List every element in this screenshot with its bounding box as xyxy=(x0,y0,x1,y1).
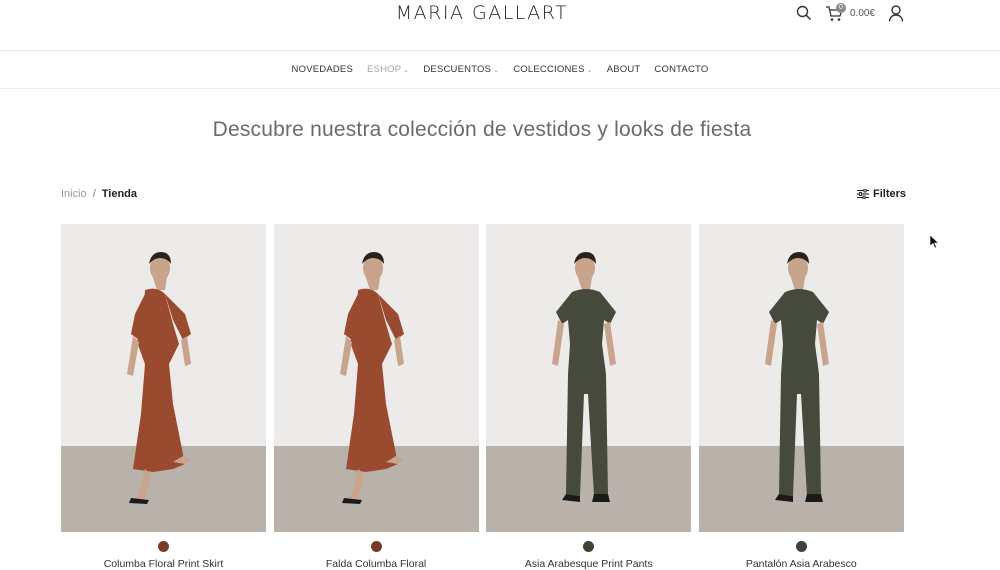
product-card[interactable]: Asia Arabesque Print Pants xyxy=(486,224,692,570)
product-image[interactable] xyxy=(61,224,266,532)
nav-item-label: COLECCIONES xyxy=(513,64,585,75)
chevron-down-icon: ⌄ xyxy=(403,66,410,74)
nav-item-descuentos[interactable]: DESCUENTOS ⌄ xyxy=(423,64,499,75)
product-grid: Columba Floral Print Skirt Falda Columba… xyxy=(61,224,904,570)
breadcrumb-current: Tienda xyxy=(101,188,138,200)
product-image[interactable] xyxy=(273,224,479,532)
nav-item-colecciones[interactable]: COLECCIONES ⌄ xyxy=(513,64,592,75)
filters-label: Filters xyxy=(873,188,907,200)
site-header: MARIA GALLART 0 0.00€ xyxy=(0,0,1000,51)
user-icon[interactable] xyxy=(887,4,905,22)
nav-item-label: NOVEDADES xyxy=(291,64,354,75)
nav-item-label: ESHOP xyxy=(367,64,402,75)
page-title: Descubre nuestra colección de vestidos y… xyxy=(212,118,752,141)
nav-item-contacto[interactable]: CONTACTO xyxy=(654,64,708,75)
color-swatch[interactable] xyxy=(370,541,382,552)
nav-item-label: DESCUENTOS xyxy=(423,64,492,75)
product-card[interactable]: Pantalón Asia Arabesco xyxy=(698,224,904,570)
color-swatch[interactable] xyxy=(158,541,169,552)
breadcrumb-separator: / xyxy=(92,188,96,200)
cart-count-badge: 0 xyxy=(836,3,846,13)
filters-button[interactable]: Filters xyxy=(857,188,906,200)
nav-item-label: ABOUT xyxy=(606,64,641,75)
product-name[interactable]: Asia Arabesque Print Pants xyxy=(486,558,691,570)
breadcrumb-home-link[interactable]: Inicio xyxy=(61,188,87,200)
product-image[interactable] xyxy=(698,224,904,532)
product-name[interactable]: Falda Columba Floral xyxy=(274,558,479,570)
nav-item-novedades[interactable]: NOVEDADES xyxy=(292,64,353,75)
product-card[interactable]: Columba Floral Print Skirt xyxy=(61,224,266,570)
mouse-cursor-icon xyxy=(930,235,940,249)
chevron-down-icon: ⌄ xyxy=(586,66,593,74)
color-swatch[interactable] xyxy=(795,541,807,552)
product-name[interactable]: Columba Floral Print Skirt xyxy=(61,558,266,570)
search-icon[interactable] xyxy=(795,4,813,22)
cart-total[interactable]: 0.00€ xyxy=(850,8,875,19)
main-nav: NOVEDADES ESHOP ⌄ DESCUENTOS ⌄ COLECCIONES ⌄ AB… xyxy=(0,51,1000,89)
nav-item-label: CONTACTO xyxy=(654,64,709,75)
chevron-down-icon: ⌄ xyxy=(493,66,500,74)
brand-logo[interactable]: MARIA GALLART xyxy=(392,2,572,24)
sliders-icon xyxy=(857,189,869,199)
product-name[interactable]: Pantalón Asia Arabesco xyxy=(699,558,904,570)
product-card[interactable]: Falda Columba Floral xyxy=(273,224,479,570)
nav-item-about[interactable]: ABOUT xyxy=(607,64,641,75)
product-image[interactable] xyxy=(486,224,692,532)
nav-item-eshop[interactable]: ESHOP ⌄ xyxy=(367,64,409,75)
color-swatch[interactable] xyxy=(583,541,595,552)
breadcrumb: Inicio / Tienda xyxy=(61,188,137,200)
